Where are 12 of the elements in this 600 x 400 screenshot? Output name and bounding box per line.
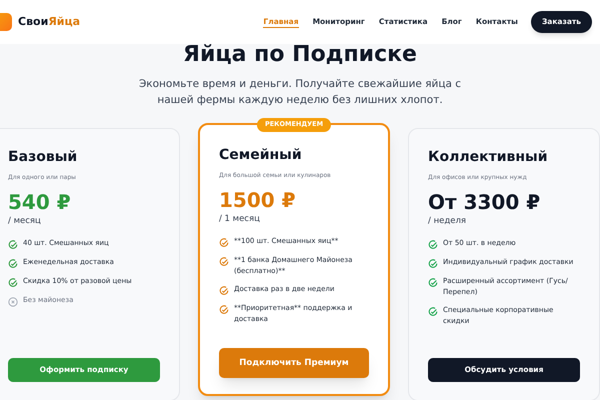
plan-name: Семейный xyxy=(218,146,303,165)
plan-price: От 3300 ₽ xyxy=(428,192,542,212)
page-title: Яйца по Подписке xyxy=(182,44,418,66)
plan-period: / 1 месяц xyxy=(218,213,261,226)
plan-name: Базовый xyxy=(8,148,78,167)
plan-price: 1500 ₽ xyxy=(218,190,297,210)
plan-period: / месяц xyxy=(8,215,42,228)
plan-period: / неделя xyxy=(428,215,468,228)
page-subtitle: Экономьте время и деньги. Получайте свежайшие яйца с нашей фермы каждую неделю без лишних хлопот. xyxy=(138,77,462,108)
plan-name: Коллективный xyxy=(428,148,549,167)
brand-name[interactable]: СвоиЯйца xyxy=(18,14,80,30)
plan-price: 540 ₽ xyxy=(8,192,72,212)
